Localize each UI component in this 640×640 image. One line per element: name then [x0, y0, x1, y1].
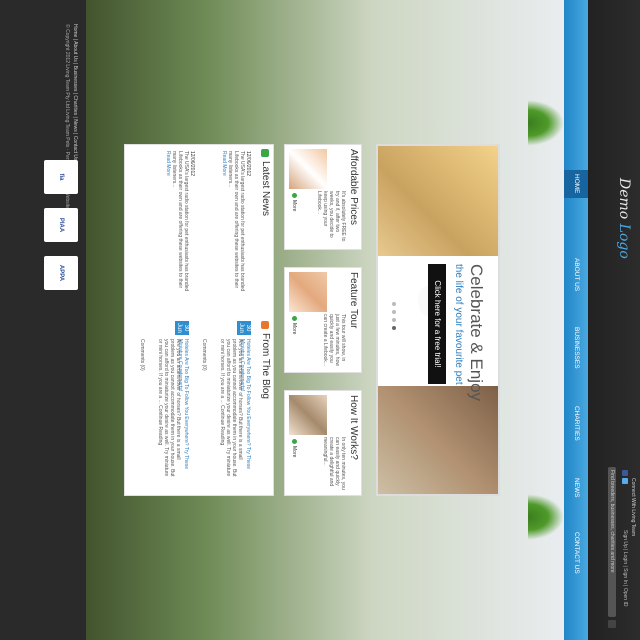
feature-thumb-family — [289, 395, 327, 435]
facebook-icon[interactable] — [622, 470, 628, 476]
feature-box-how: How It Works? In only ten minutes, you c… — [284, 390, 362, 496]
slider-dots — [392, 302, 396, 330]
plus-icon — [291, 439, 297, 444]
hero-image-couple — [378, 386, 498, 494]
social-icons — [622, 470, 628, 484]
post-day: 30 — [183, 324, 189, 332]
logo-part2: Logo — [616, 223, 632, 259]
post-excerpt: Are you an ardent lover of horses? But t… — [157, 339, 181, 477]
slider-dot[interactable] — [392, 318, 396, 322]
news-text: The USA's largest radio station for pet … — [227, 151, 245, 292]
palm-decoration — [528, 100, 564, 146]
news-date: 12/06/2012 — [189, 151, 195, 177]
news-date: 12/06/2012 — [245, 151, 251, 177]
palm-decoration — [528, 494, 564, 540]
more-label: More — [291, 323, 297, 335]
top-bar: Connect With Living Team Sign Up | Login… — [588, 0, 640, 640]
nav-item-contact[interactable]: CONTACT US — [564, 532, 588, 574]
post-date: 30 Jun — [175, 321, 189, 335]
free-trial-button[interactable]: Click here for a free trial! — [428, 264, 446, 384]
feature-box-title: Affordable Prices — [348, 149, 359, 225]
more-link[interactable]: More — [291, 193, 297, 211]
news-text: The USA's largest radio station for pet … — [171, 151, 189, 292]
post-comments[interactable]: Comments (0) — [139, 339, 145, 371]
feature-box-text: In only ten minutes, you can easily and … — [322, 437, 346, 490]
blog-post: 30 Jun Hoteles Are Too Big To Follow You … — [195, 321, 251, 489]
piaa-logo: PIAA — [44, 208, 78, 242]
feature-box-text: It's absolutely FREE to try and if, afte… — [316, 191, 346, 242]
feature-thumb-puppy — [289, 272, 327, 312]
post-month: Jun — [238, 323, 244, 333]
more-label: More — [291, 200, 297, 212]
nav-item-about[interactable]: ABOUT US — [564, 258, 588, 291]
nav-item-news[interactable]: NEWS — [564, 478, 588, 498]
feature-thumb-kitten — [289, 149, 327, 189]
more-link[interactable]: More — [291, 316, 297, 334]
hero-image-dog — [378, 146, 498, 256]
news-item: 12/06/2012 The USA's largest radio stati… — [165, 151, 195, 301]
search-input[interactable]: Find breeders, businesses, charities and… — [608, 467, 616, 617]
more-label: More — [291, 446, 297, 458]
search-button[interactable] — [608, 620, 616, 628]
page: Connect With Living Team Sign Up | Login… — [0, 0, 640, 640]
hero-slider[interactable]: Celebrate & Enjoy the life of your favou… — [376, 144, 500, 496]
plus-icon — [291, 316, 297, 321]
nav-item-businesses[interactable]: BUSINESSES — [564, 327, 588, 369]
blog-heading: From The Blog — [260, 333, 271, 399]
content-panel: Latest News 12/06/2012 The USA's largest… — [124, 144, 274, 496]
plus-icon — [291, 193, 297, 198]
slider-dot[interactable] — [392, 302, 396, 306]
post-day: 30 — [245, 324, 251, 332]
fia-logo: fia — [44, 160, 78, 194]
footer: Home | About Us | Businesses | Charities… — [0, 0, 86, 640]
blog-post: 30 Jun Hoteles Are Too Big To Follow You … — [133, 321, 189, 489]
post-month: Jun — [176, 323, 182, 333]
slider-dot[interactable] — [392, 310, 396, 314]
feature-box-tour: Feature Tour This tour will show, in jus… — [284, 267, 362, 373]
logo-part1: Demo — [616, 178, 632, 220]
footer-links[interactable]: Home | About Us | Businesses | Charities… — [72, 24, 78, 161]
feature-box-title: Feature Tour — [348, 272, 359, 329]
post-excerpt: Are you an ardent lover of horses? But t… — [219, 339, 243, 477]
slider-dot[interactable] — [392, 326, 396, 330]
feature-box-text: This tour will show, in just a few minut… — [322, 314, 346, 366]
post-date: 30 Jun — [237, 321, 251, 335]
news-heading: Latest News — [260, 161, 271, 217]
read-more-link[interactable]: Read More — [165, 151, 171, 301]
more-link[interactable]: More — [291, 439, 297, 457]
feature-box-title: How It Works? — [348, 395, 359, 460]
hero-title: Celebrate & Enjoy — [467, 264, 486, 402]
read-more-link[interactable]: Read More — [221, 151, 227, 301]
login-links[interactable]: Sign Up | Login | Sign In | Open ID — [622, 530, 628, 606]
nav-item-charities[interactable]: CHARITIES — [564, 406, 588, 441]
hero-tagline: the life of your favourite pet — [453, 264, 464, 385]
news-item: 12/06/2012 The USA's largest radio stati… — [221, 151, 251, 301]
news-icon — [261, 149, 269, 157]
nav-item-home[interactable]: HOME — [564, 170, 588, 198]
logo[interactable]: Demo Logo — [616, 178, 632, 259]
feature-box-prices: Affordable Prices It's absolutely FREE t… — [284, 144, 362, 250]
appa-logo: APPA — [44, 256, 78, 290]
rss-icon — [261, 321, 269, 329]
twitter-icon[interactable] — [622, 478, 628, 484]
main-nav: HOME ABOUT US BUSINESSES CHARITIES NEWS … — [564, 0, 588, 640]
post-comments[interactable]: Comments (0) — [201, 339, 207, 371]
contact-text: Connect With Living Team — [630, 478, 636, 536]
